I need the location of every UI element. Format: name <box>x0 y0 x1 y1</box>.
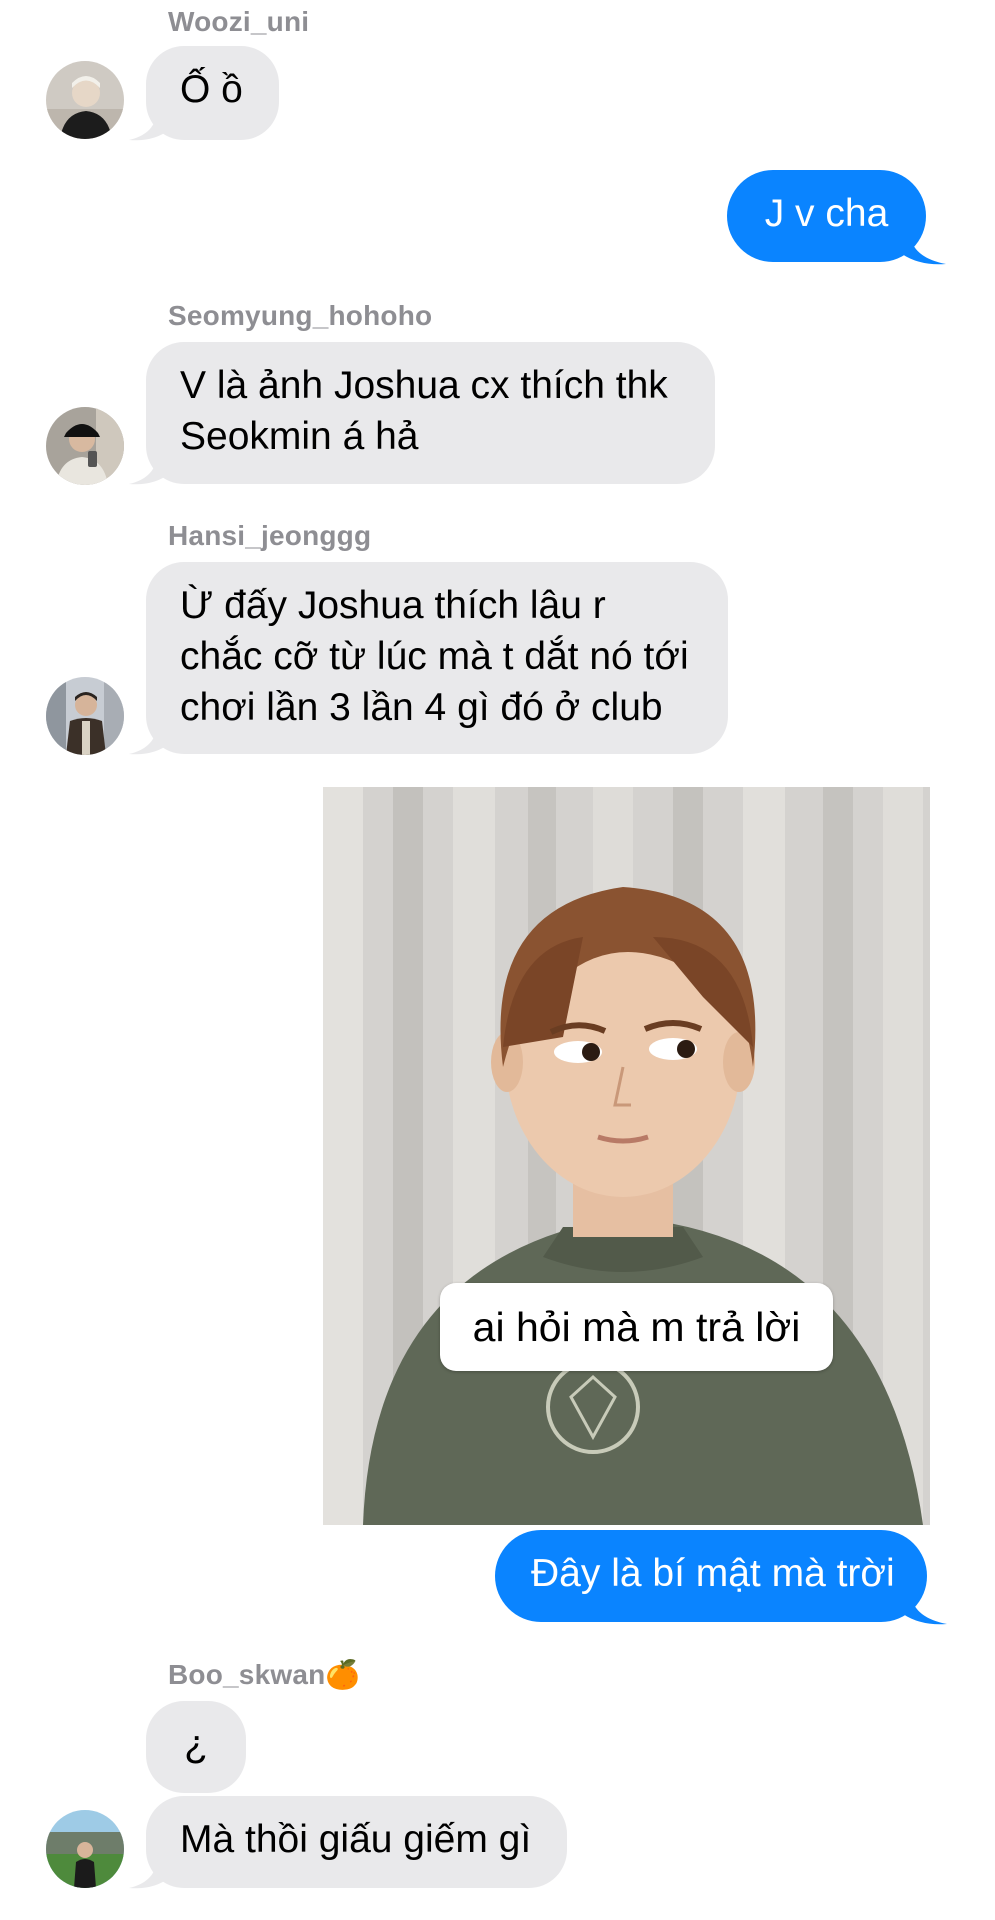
message-bubble-outgoing[interactable]: Đây là bí mật mà trời <box>495 1530 927 1622</box>
message-text: Ố ồ <box>180 68 243 111</box>
message-text: J v cha <box>764 192 889 235</box>
avatar-hansi[interactable] <box>46 677 124 755</box>
meme-illustration <box>323 787 930 1525</box>
meme-caption: ai hỏi mà m trả lời <box>440 1283 833 1371</box>
avatar-seomyung[interactable] <box>46 407 124 485</box>
message-bubble-boo-1[interactable]: ¿ <box>146 1701 246 1793</box>
message-bubble-seomyung[interactable]: V là ảnh Joshua cx thích thk Seokmin á h… <box>146 342 715 484</box>
sender-name-seomyung: Seomyung_hohoho <box>168 300 433 331</box>
avatar-woozi[interactable] <box>46 61 124 139</box>
message-text: V là ảnh Joshua cx thích thk <box>180 364 668 407</box>
message-text: ¿ <box>184 1723 208 1766</box>
message-bubble-outgoing[interactable]: J v cha <box>727 170 926 262</box>
avatar-boo[interactable] <box>46 1810 124 1888</box>
message-text: Mà thồi giấu giếm gì <box>180 1818 532 1861</box>
message-bubble-hansi[interactable]: Ừ đấy Joshua thích lâu r chắc cỡ từ lúc … <box>146 562 728 754</box>
message-text: chắc cỡ từ lúc mà t dắt nó tới <box>180 635 689 678</box>
message-text: Ừ đấy Joshua thích lâu r <box>180 584 606 627</box>
bubble-tail <box>902 236 946 265</box>
message-bubble-boo-2[interactable]: Mà thồi giấu giếm gì <box>146 1796 567 1888</box>
message-text: chơi lần 3 lần 4 gì đó ở club <box>180 686 663 729</box>
bubble-tail <box>129 112 169 141</box>
meme-image[interactable] <box>323 787 930 1525</box>
bubble-tail <box>129 456 169 485</box>
message-text: Seokmin á hả <box>180 415 419 458</box>
bubble-tail <box>129 1860 169 1889</box>
message-text: Đây là bí mật mà trời <box>531 1552 895 1595</box>
sender-name-woozi: Woozi_uni <box>168 6 310 37</box>
sender-name-boo: Boo_skwan🍊 <box>168 1659 361 1690</box>
sender-name-hansi: Hansi_jeonggg <box>168 520 372 551</box>
bubble-tail <box>129 726 169 755</box>
bubble-tail <box>903 1596 947 1625</box>
